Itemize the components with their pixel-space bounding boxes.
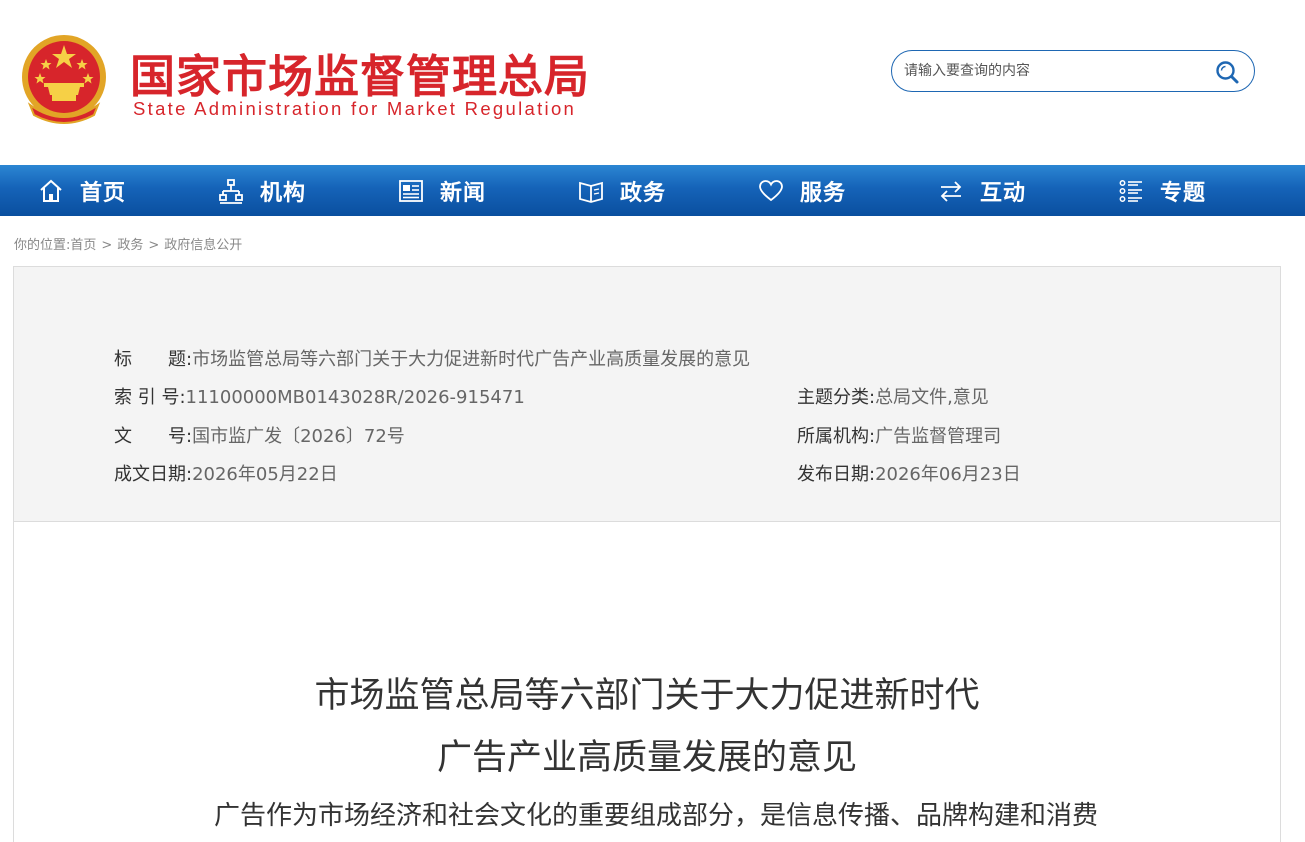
nav-label: 服务 bbox=[800, 180, 847, 206]
search-input[interactable] bbox=[904, 61, 1204, 81]
article-title-line1: 市场监管总局等六部门关于大力促进新时代 bbox=[314, 676, 980, 716]
nav-item-gov-affairs[interactable]: 政务 bbox=[578, 165, 666, 216]
meta-index-value: 11100000MB0143028R/2026-915471 bbox=[185, 387, 525, 408]
search-box bbox=[891, 50, 1255, 92]
breadcrumb-prefix: 你的位置: bbox=[14, 238, 71, 253]
meta-key: 主题分类: bbox=[797, 387, 876, 408]
breadcrumb-separator: > bbox=[101, 238, 113, 253]
site-header: 国家市场监督管理总局 State Administration for Mark… bbox=[0, 0, 1305, 165]
news-icon bbox=[399, 179, 423, 202]
search-icon[interactable] bbox=[1214, 59, 1240, 85]
org-chart-icon bbox=[219, 178, 243, 204]
meta-title-row: 标 题:市场监管总局等六部门关于大力促进新时代广告产业高质量发展的意见 bbox=[114, 345, 750, 371]
nav-item-services[interactable]: 服务 bbox=[758, 165, 846, 216]
article-paragraph: 广告作为市场经济和社会文化的重要组成部分，是信息传播、品牌构建和消费 bbox=[214, 801, 1099, 831]
meta-subject-row: 主题分类:总局文件,意见 bbox=[797, 383, 989, 409]
meta-published-date-row: 发布日期:2026年06月23日 bbox=[797, 460, 1021, 486]
meta-title-value: 市场监管总局等六部门关于大力促进新时代广告产业高质量发展的意见 bbox=[192, 349, 751, 370]
book-icon bbox=[579, 181, 603, 203]
meta-published-date-value: 2026年06月23日 bbox=[875, 464, 1021, 485]
nav-item-news[interactable]: 新闻 bbox=[398, 165, 486, 216]
meta-agency-value: 广告监督管理司 bbox=[875, 426, 1002, 447]
meta-subject-value: 总局文件,意见 bbox=[875, 387, 989, 408]
meta-key: 标 题: bbox=[114, 349, 193, 370]
list-icon bbox=[1119, 179, 1142, 202]
nav-label: 新闻 bbox=[440, 180, 487, 206]
site-title-en[interactable]: State Administration for Market Regulati… bbox=[133, 98, 576, 120]
breadcrumb-home[interactable]: 首页 bbox=[70, 238, 96, 253]
meta-key: 成文日期: bbox=[114, 464, 193, 485]
nav-item-org[interactable]: 机构 bbox=[218, 165, 306, 216]
nav-label: 政务 bbox=[620, 180, 667, 206]
article-title-line2: 广告产业高质量发展的意见 bbox=[436, 738, 857, 778]
nav-label: 专题 bbox=[1160, 180, 1207, 206]
meta-docno-row: 文 号:国市监广发〔2026〕72号 bbox=[114, 422, 405, 448]
main-nav: 首页 机构 新闻 政务 服务 互动 专题 bbox=[0, 165, 1305, 216]
national-emblem-icon[interactable] bbox=[20, 33, 108, 125]
exchange-arrows-icon bbox=[940, 180, 962, 202]
meta-key: 所属机构: bbox=[797, 426, 876, 447]
breadcrumb: 你的位置:首页 > 政务 > 政府信息公开 bbox=[14, 234, 242, 253]
meta-written-date-value: 2026年05月22日 bbox=[192, 464, 338, 485]
site-title-cn[interactable]: 国家市场监督管理总局 bbox=[130, 40, 590, 105]
nav-label: 互动 bbox=[980, 180, 1027, 206]
breadcrumb-gov-info[interactable]: 政府信息公开 bbox=[164, 238, 242, 253]
meta-docno-value: 国市监广发〔2026〕72号 bbox=[192, 426, 405, 447]
meta-agency-row: 所属机构:广告监督管理司 bbox=[797, 422, 1001, 448]
article-container: 标 题:市场监管总局等六部门关于大力促进新时代广告产业高质量发展的意见 索 引 … bbox=[13, 266, 1281, 842]
heart-icon bbox=[759, 179, 783, 201]
nav-item-topics[interactable]: 专题 bbox=[1118, 165, 1206, 216]
breadcrumb-gov-affairs[interactable]: 政务 bbox=[117, 238, 143, 253]
meta-key: 文 号: bbox=[114, 426, 193, 447]
nav-label: 首页 bbox=[80, 180, 127, 206]
nav-item-interaction[interactable]: 互动 bbox=[938, 165, 1026, 216]
meta-key: 索 引 号: bbox=[114, 387, 186, 408]
nav-item-home[interactable]: 首页 bbox=[38, 165, 126, 216]
breadcrumb-separator: > bbox=[148, 238, 160, 253]
meta-written-date-row: 成文日期:2026年05月22日 bbox=[114, 460, 338, 486]
meta-index-row: 索 引 号:11100000MB0143028R/2026-915471 bbox=[114, 383, 525, 409]
nav-label: 机构 bbox=[260, 180, 307, 206]
home-icon bbox=[40, 179, 62, 202]
meta-key: 发布日期: bbox=[797, 464, 876, 485]
document-metadata: 标 题:市场监管总局等六部门关于大力促进新时代广告产业高质量发展的意见 索 引 … bbox=[14, 267, 1280, 522]
